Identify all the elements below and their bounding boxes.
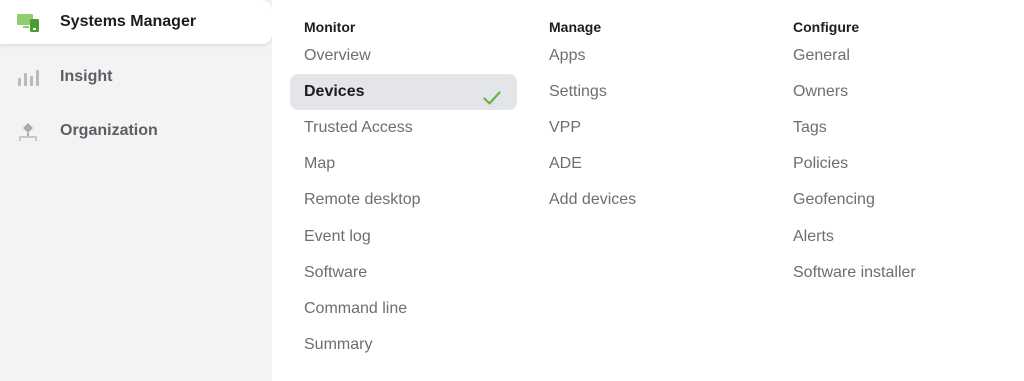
- menu-item-vpp[interactable]: VPP: [549, 110, 581, 146]
- sidebar-item-systems-manager[interactable]: Systems Manager: [0, 0, 272, 44]
- menu-item-software-installer[interactable]: Software installer: [793, 255, 916, 291]
- column-heading-configure: Configure: [793, 19, 860, 35]
- sidebar-item-label: Systems Manager: [60, 13, 197, 30]
- menu-item-command-line[interactable]: Command line: [304, 291, 407, 327]
- column-heading-manage: Manage: [549, 19, 602, 35]
- org-icon: [16, 120, 40, 142]
- menu-item-general[interactable]: General: [793, 38, 850, 74]
- menu-item-add-devices[interactable]: Add devices: [549, 182, 636, 218]
- checkmark-icon: [483, 84, 501, 105]
- sidebar-item-label: Insight: [60, 68, 113, 85]
- menu-item-policies[interactable]: Policies: [793, 146, 848, 182]
- menu-item-alerts[interactable]: Alerts: [793, 219, 834, 255]
- menu-item-label: Devices: [304, 83, 365, 100]
- devices-icon: [16, 11, 40, 33]
- menu-item-software[interactable]: Software: [304, 255, 367, 291]
- menu-item-owners[interactable]: Owners: [793, 74, 848, 110]
- column-heading-monitor: Monitor: [304, 19, 356, 35]
- menu-item-ade[interactable]: ADE: [549, 146, 582, 182]
- menu-item-map[interactable]: Map: [304, 146, 335, 182]
- systems-manager-menu: Monitor Overview Devices Trusted Access …: [272, 0, 1024, 381]
- menu-item-trusted-access[interactable]: Trusted Access: [304, 110, 413, 146]
- bar-chart-icon: [16, 66, 40, 88]
- menu-item-event-log[interactable]: Event log: [304, 219, 371, 255]
- menu-item-settings[interactable]: Settings: [549, 74, 607, 110]
- sidebar-item-label: Organization: [60, 122, 158, 139]
- menu-item-apps[interactable]: Apps: [549, 38, 585, 74]
- menu-item-summary[interactable]: Summary: [304, 327, 372, 363]
- sidebar-item-insight[interactable]: Insight: [0, 55, 272, 99]
- menu-item-overview[interactable]: Overview: [304, 38, 371, 74]
- menu-item-tags[interactable]: Tags: [793, 110, 827, 146]
- menu-item-devices[interactable]: Devices: [290, 74, 517, 110]
- menu-item-remote-desktop[interactable]: Remote desktop: [304, 182, 421, 218]
- menu-item-geofencing[interactable]: Geofencing: [793, 182, 875, 218]
- sidebar: Systems Manager Insight Organization: [0, 0, 272, 381]
- sidebar-item-organization[interactable]: Organization: [0, 109, 272, 153]
